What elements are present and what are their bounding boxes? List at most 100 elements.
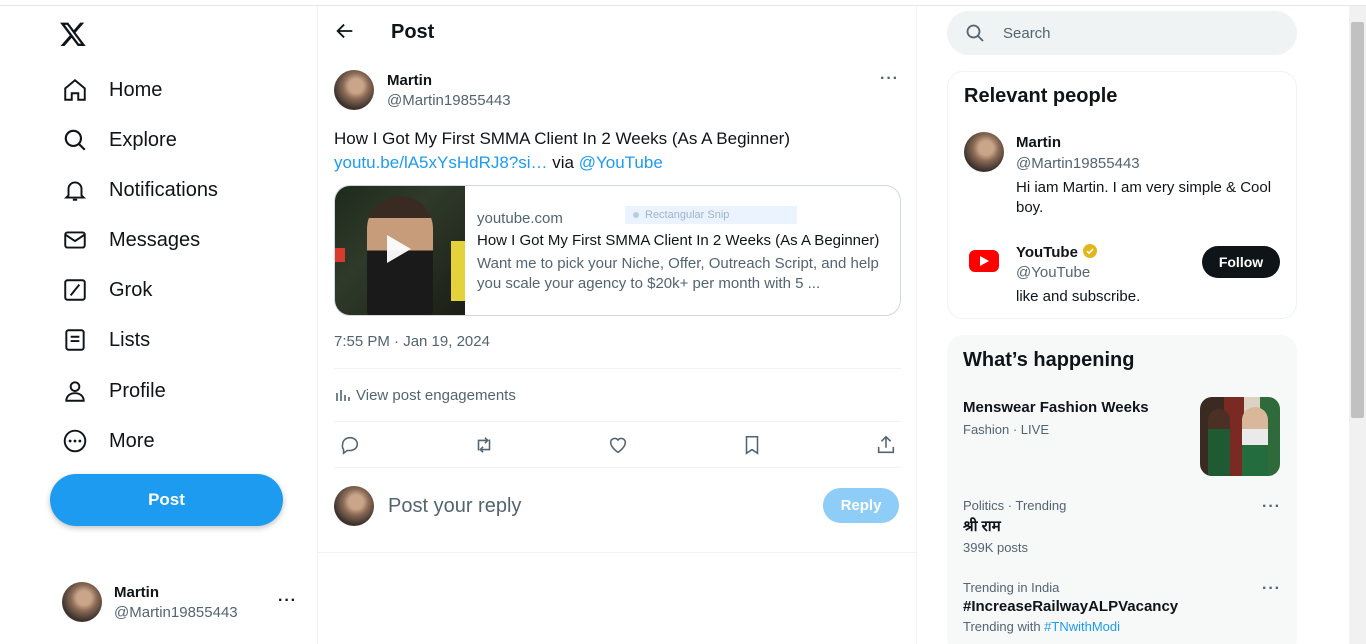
person-name[interactable]: YouTube: [1016, 243, 1098, 261]
person-handle[interactable]: @Martin19855443: [1016, 155, 1140, 172]
reply-button[interactable]: Reply: [823, 488, 899, 523]
account-more-icon[interactable]: ···: [278, 592, 297, 610]
repost-icon[interactable]: [469, 430, 499, 460]
person-name[interactable]: Martin: [1016, 134, 1061, 151]
nav-grok[interactable]: Grok: [60, 270, 152, 310]
envelope-icon: [60, 225, 90, 255]
card-domain: youtube.com: [477, 210, 563, 227]
youtube-logo-icon[interactable]: [969, 250, 999, 272]
page-title: Post: [391, 21, 435, 43]
nav-messages-label: Messages: [109, 228, 201, 251]
person-bio: like and subscribe.: [1016, 288, 1141, 305]
trend-more-icon[interactable]: ···: [1262, 498, 1281, 516]
trend-item[interactable]: Politics · Trending श्री राम 399K posts …: [963, 498, 1281, 555]
author-avatar[interactable]: [334, 70, 374, 110]
left-sidebar: Home Explore Notifications Messages Grok…: [0, 6, 318, 644]
person-bio: Hi iam Martin. I am very simple & Cool b…: [1016, 179, 1272, 216]
nav-more[interactable]: More: [60, 421, 155, 461]
divider: [334, 368, 901, 369]
compose-post-button[interactable]: Post: [50, 474, 283, 526]
search-input[interactable]: [1003, 21, 1273, 45]
trend-sub-prefix: Trending with: [963, 619, 1045, 634]
like-heart-icon[interactable]: [603, 430, 633, 460]
play-icon: [387, 235, 411, 263]
person-name-text: YouTube: [1016, 244, 1078, 261]
whats-happening-panel: What’s happening Menswear Fashion Weeks …: [947, 335, 1297, 644]
trend-hashtag-link[interactable]: #TNwithModi: [1044, 619, 1120, 634]
view-engagements-label: View post engagements: [356, 386, 516, 404]
card-description: Want me to pick your Niche, Offer, Outre…: [477, 255, 879, 292]
post-url-link[interactable]: youtu.be/lA5xYsHdRJ8?si…: [334, 153, 548, 172]
view-engagements-link[interactable]: View post engagements: [334, 386, 516, 404]
nav-lists[interactable]: Lists: [60, 320, 150, 360]
trend-more-icon[interactable]: ···: [1262, 580, 1281, 598]
search-icon: [965, 23, 985, 43]
via-text: via: [547, 153, 579, 172]
trend-image-person: [1208, 409, 1230, 476]
nav-home[interactable]: Home: [60, 70, 162, 110]
author-name[interactable]: Martin: [387, 72, 432, 89]
post-detail-column: Post Martin @Martin19855443 ··· How I Go…: [317, 6, 917, 644]
search-box[interactable]: [947, 11, 1297, 55]
nav-explore[interactable]: Explore: [60, 120, 177, 160]
reply-avatar: [334, 486, 374, 526]
trend-name: श्री राम: [963, 518, 1001, 535]
thumbnail-red-mark: [335, 248, 345, 262]
author-handle[interactable]: @Martin19855443: [387, 92, 511, 109]
trend-item[interactable]: Trending in India #IncreaseRailwayALPVac…: [963, 580, 1281, 634]
divider: [334, 467, 901, 468]
nav-profile-label: Profile: [109, 379, 166, 402]
x-logo-icon[interactable]: [58, 20, 94, 50]
divider: [318, 552, 917, 553]
person-icon: [60, 376, 90, 406]
post-actions-bar: [334, 430, 901, 460]
relevant-people-panel: Relevant people Martin @Martin19855443 H…: [947, 71, 1297, 319]
account-handle: @Martin19855443: [114, 604, 238, 621]
account-switcher[interactable]: Martin @Martin19855443 ···: [62, 582, 310, 626]
page-scrollbar[interactable]: [1349, 6, 1366, 644]
verified-badge-icon: [1082, 243, 1098, 259]
trend-image[interactable]: [1200, 397, 1280, 476]
trend-meta: Politics · Trending: [963, 498, 1067, 513]
more-circle-icon: [60, 426, 90, 456]
post-text-line: How I Got My First SMMA Client In 2 Week…: [334, 129, 790, 148]
avatar: [62, 582, 102, 622]
grok-icon: [60, 275, 90, 305]
person-handle[interactable]: @YouTube: [1016, 264, 1090, 281]
share-icon[interactable]: [871, 430, 901, 460]
thumbnail-stripe: [451, 241, 465, 301]
relevant-people-title: Relevant people: [964, 85, 1118, 107]
trend-sub: Trending with #TNwithModi: [963, 619, 1281, 634]
search-icon: [60, 125, 90, 155]
post-text: How I Got My First SMMA Client In 2 Week…: [334, 127, 904, 175]
mention-link[interactable]: @YouTube: [579, 153, 663, 172]
post-timestamp[interactable]: 7:55 PM · Jan 19, 2024: [334, 333, 490, 350]
reply-input[interactable]: [388, 490, 808, 522]
card-title: How I Got My First SMMA Client In 2 Week…: [477, 232, 880, 249]
divider: [334, 421, 901, 422]
post-more-icon[interactable]: ···: [880, 70, 899, 88]
scrollbar-thumb[interactable]: [1351, 22, 1364, 418]
nav-notifications[interactable]: Notifications: [60, 170, 218, 210]
trend-post-count: 399K posts: [963, 540, 1029, 555]
trend-meta: Trending in India: [963, 580, 1060, 595]
whats-happening-title: What’s happening: [963, 349, 1135, 371]
bell-icon: [60, 175, 90, 205]
account-name: Martin: [114, 584, 159, 601]
trend-image-person: [1242, 407, 1268, 476]
nav-messages[interactable]: Messages: [60, 220, 200, 260]
link-preview-card[interactable]: youtube.com How I Got My First SMMA Clie…: [334, 185, 901, 316]
bookmark-icon[interactable]: [737, 430, 767, 460]
nav-more-label: More: [109, 429, 155, 452]
nav-profile[interactable]: Profile: [60, 371, 166, 411]
follow-button[interactable]: Follow: [1202, 246, 1280, 278]
trend-name: #IncreaseRailwayALPVacancy: [963, 598, 1179, 615]
avatar[interactable]: [964, 132, 1004, 172]
home-icon: [60, 75, 90, 105]
post-link-line: youtu.be/lA5xYsHdRJ8?si… via @YouTube: [334, 151, 904, 175]
nav-grok-label: Grok: [109, 278, 153, 301]
bar-chart-icon: [334, 386, 352, 404]
reply-icon[interactable]: [335, 430, 365, 460]
nav-explore-label: Explore: [109, 128, 177, 151]
back-arrow-icon[interactable]: [334, 20, 356, 42]
